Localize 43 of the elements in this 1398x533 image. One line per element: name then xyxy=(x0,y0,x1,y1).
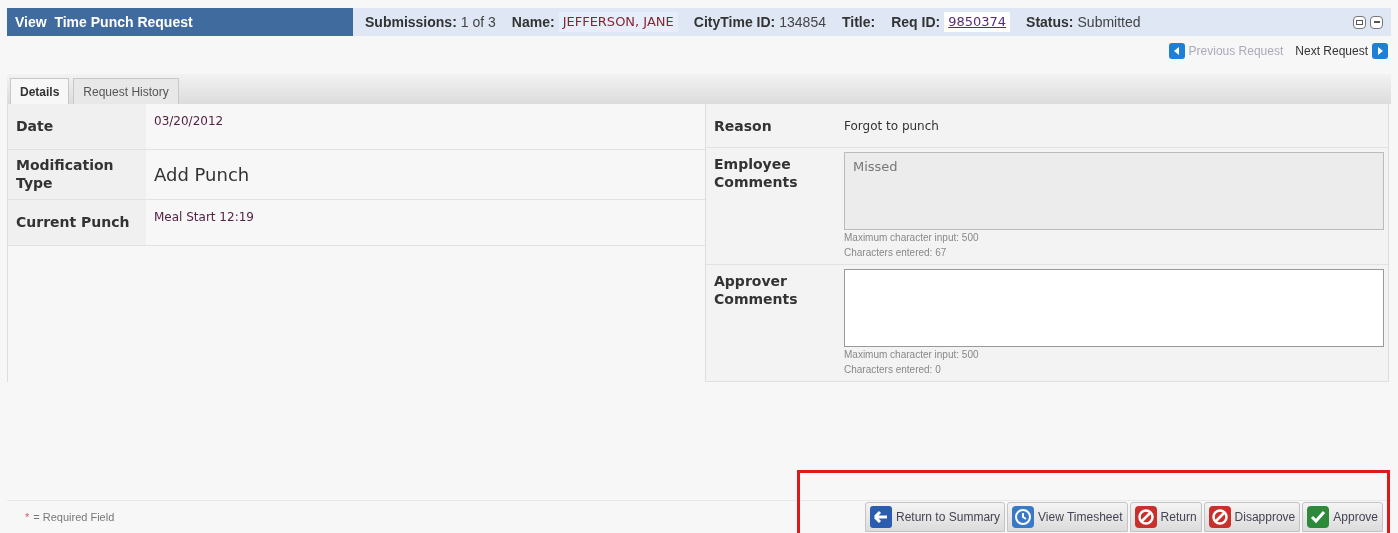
action-button[interactable]: View Timesheet xyxy=(1007,502,1128,532)
header-value: 1 of 3 xyxy=(460,12,496,32)
next-request-link[interactable]: Next Request xyxy=(1295,42,1368,60)
minimize-icon[interactable] xyxy=(1370,15,1383,29)
tab[interactable]: Details xyxy=(10,78,70,104)
prohibited-icon xyxy=(1208,506,1231,528)
header-label: Name: xyxy=(511,12,555,32)
header-value: 134854 xyxy=(779,12,826,32)
header-label: Title: xyxy=(841,12,876,32)
request-id-link[interactable]: 9850374 xyxy=(944,12,1011,32)
field-label: Employee Comments xyxy=(714,156,799,191)
header-label: Submissions: xyxy=(365,12,457,32)
field-value: Forgot to punch xyxy=(844,117,939,135)
max-character-note: Maximum character input: 500 xyxy=(844,348,980,362)
restore-icon[interactable] xyxy=(1353,15,1366,29)
header-label: Status: xyxy=(1026,12,1074,32)
field-label: Approver Comments xyxy=(714,273,799,308)
header-label: CityTime ID: xyxy=(693,12,776,32)
action-button[interactable]: Disapprove xyxy=(1203,502,1301,532)
field-label: Modification Type xyxy=(16,157,115,192)
max-character-note: Maximum character input: 500 xyxy=(844,231,980,245)
characters-entered-note: Characters entered: 67 xyxy=(844,246,948,260)
action-button[interactable]: Return xyxy=(1129,502,1202,532)
prohibited-icon xyxy=(1134,506,1157,528)
field-value: Add Punch xyxy=(154,163,250,187)
required-asterisk: * xyxy=(25,509,30,525)
field-label: Date xyxy=(16,117,54,136)
field-label: Current Punch xyxy=(16,213,130,232)
header-value: Submitted xyxy=(1077,12,1141,32)
tab[interactable]: Request History xyxy=(73,78,179,104)
header-label: Req ID: xyxy=(891,12,941,32)
field-label: Reason xyxy=(714,117,772,134)
page-title: View Time Punch Request xyxy=(15,12,193,32)
action-button[interactable]: Return to Summary xyxy=(865,502,1006,532)
comments-field[interactable] xyxy=(844,269,1384,347)
characters-entered-note: Characters entered: 0 xyxy=(844,363,942,377)
checkmark-icon xyxy=(1307,506,1330,528)
required-field-note: = Required Field xyxy=(33,509,115,525)
header-value: JEFFERSON, JANE xyxy=(558,12,678,32)
field-value: Meal Start 12:19 xyxy=(154,209,254,226)
clock-icon xyxy=(1012,506,1035,528)
action-button[interactable]: Approve xyxy=(1302,502,1383,532)
field-value: 03/20/2012 xyxy=(154,113,224,130)
